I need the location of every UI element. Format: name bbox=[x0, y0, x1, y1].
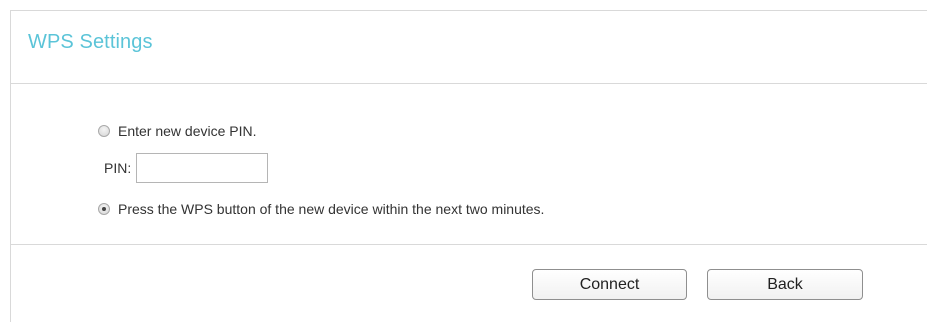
press-button-label: Press the WPS button of the new device w… bbox=[118, 201, 545, 217]
pin-row: PIN: bbox=[104, 153, 269, 183]
pin-label: PIN: bbox=[104, 160, 132, 176]
enter-pin-option[interactable]: Enter new device PIN. bbox=[98, 123, 257, 139]
connect-button[interactable]: Connect bbox=[532, 269, 687, 300]
pin-input[interactable] bbox=[136, 153, 269, 183]
footer-divider bbox=[11, 244, 927, 245]
press-button-radio[interactable] bbox=[98, 203, 110, 215]
page-title: WPS Settings bbox=[28, 31, 153, 53]
press-button-option[interactable]: Press the WPS button of the new device w… bbox=[98, 201, 544, 217]
enter-pin-label: Enter new device PIN. bbox=[118, 123, 257, 139]
back-button[interactable]: Back bbox=[707, 269, 863, 300]
enter-pin-radio[interactable] bbox=[98, 125, 110, 137]
header-divider bbox=[11, 83, 927, 84]
